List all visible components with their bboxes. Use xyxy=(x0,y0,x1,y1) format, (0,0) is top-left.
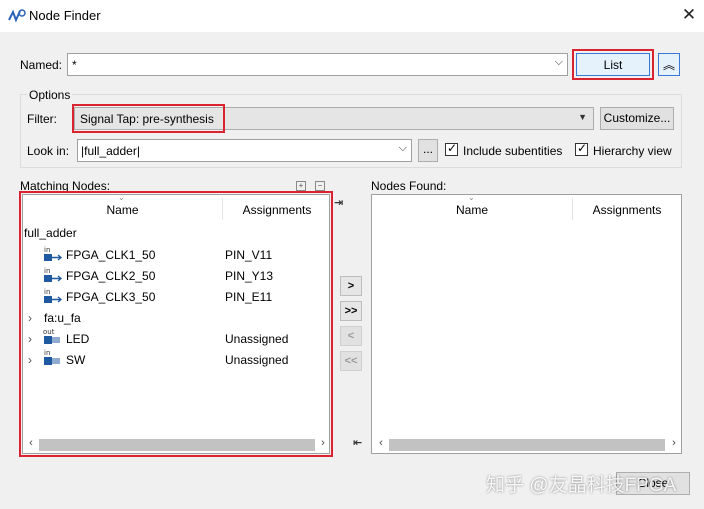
lookin-label: Look in: xyxy=(27,144,70,158)
window-title: Node Finder xyxy=(29,8,101,23)
browse-button[interactable]: ... xyxy=(418,139,438,162)
app-icon xyxy=(8,8,26,24)
add-selected-button[interactable]: > xyxy=(340,276,362,296)
customize-button[interactable]: Customize... xyxy=(600,107,674,130)
close-icon[interactable]: ✕ xyxy=(678,4,700,26)
chevron-down-icon[interactable]: ⌵ xyxy=(399,142,407,155)
named-value: * xyxy=(72,58,77,72)
named-combobox[interactable]: * ⌵ xyxy=(67,53,568,76)
scroll-right-icon[interactable]: › xyxy=(668,437,680,449)
lookin-combobox[interactable]: |full_adder| ⌵ xyxy=(77,139,412,162)
remove-selected-button[interactable]: < xyxy=(340,326,362,346)
horizontal-scrollbar[interactable] xyxy=(389,439,665,451)
add-all-button[interactable]: >> xyxy=(340,301,362,321)
hierarchy-view-checkbox[interactable] xyxy=(575,141,588,156)
title-bar xyxy=(0,0,704,32)
lookin-value: |full_adder| xyxy=(81,144,140,158)
nodes-found-label: Nodes Found: xyxy=(371,179,447,193)
named-label: Named: xyxy=(20,58,63,72)
collapse-up-icon[interactable]: ︽ xyxy=(658,53,680,76)
scroll-left-icon[interactable]: ‹ xyxy=(375,437,387,449)
dropdown-arrow-icon: ▼ xyxy=(578,112,587,122)
collapse-all-icon[interactable]: − xyxy=(315,181,325,191)
chevron-down-icon[interactable]: ⌵ xyxy=(555,56,563,69)
matching-nodes-highlight xyxy=(19,191,333,457)
list-button[interactable]: List xyxy=(576,53,650,76)
move-left-end-icon[interactable]: ⇤ xyxy=(353,436,362,449)
include-subentities-label: Include subentities xyxy=(463,144,563,158)
nodes-found-list[interactable]: ⌄ Name Assignments ‹ › xyxy=(371,193,682,454)
watermark: 知乎 @友晶科技FPGA xyxy=(486,475,677,496)
move-right-end-icon[interactable]: ⇥ xyxy=(334,196,348,209)
remove-all-button[interactable]: << xyxy=(340,351,362,371)
filter-highlight xyxy=(72,104,225,133)
options-label: Options xyxy=(27,88,73,102)
hierarchy-view-label: Hierarchy view xyxy=(593,144,672,158)
expand-all-icon[interactable]: + xyxy=(296,181,306,191)
filter-label: Filter: xyxy=(27,112,57,126)
column-header-assignments[interactable]: Assignments xyxy=(573,198,681,222)
include-subentities-checkbox[interactable] xyxy=(445,141,458,156)
column-header-name[interactable]: Name xyxy=(372,198,572,222)
